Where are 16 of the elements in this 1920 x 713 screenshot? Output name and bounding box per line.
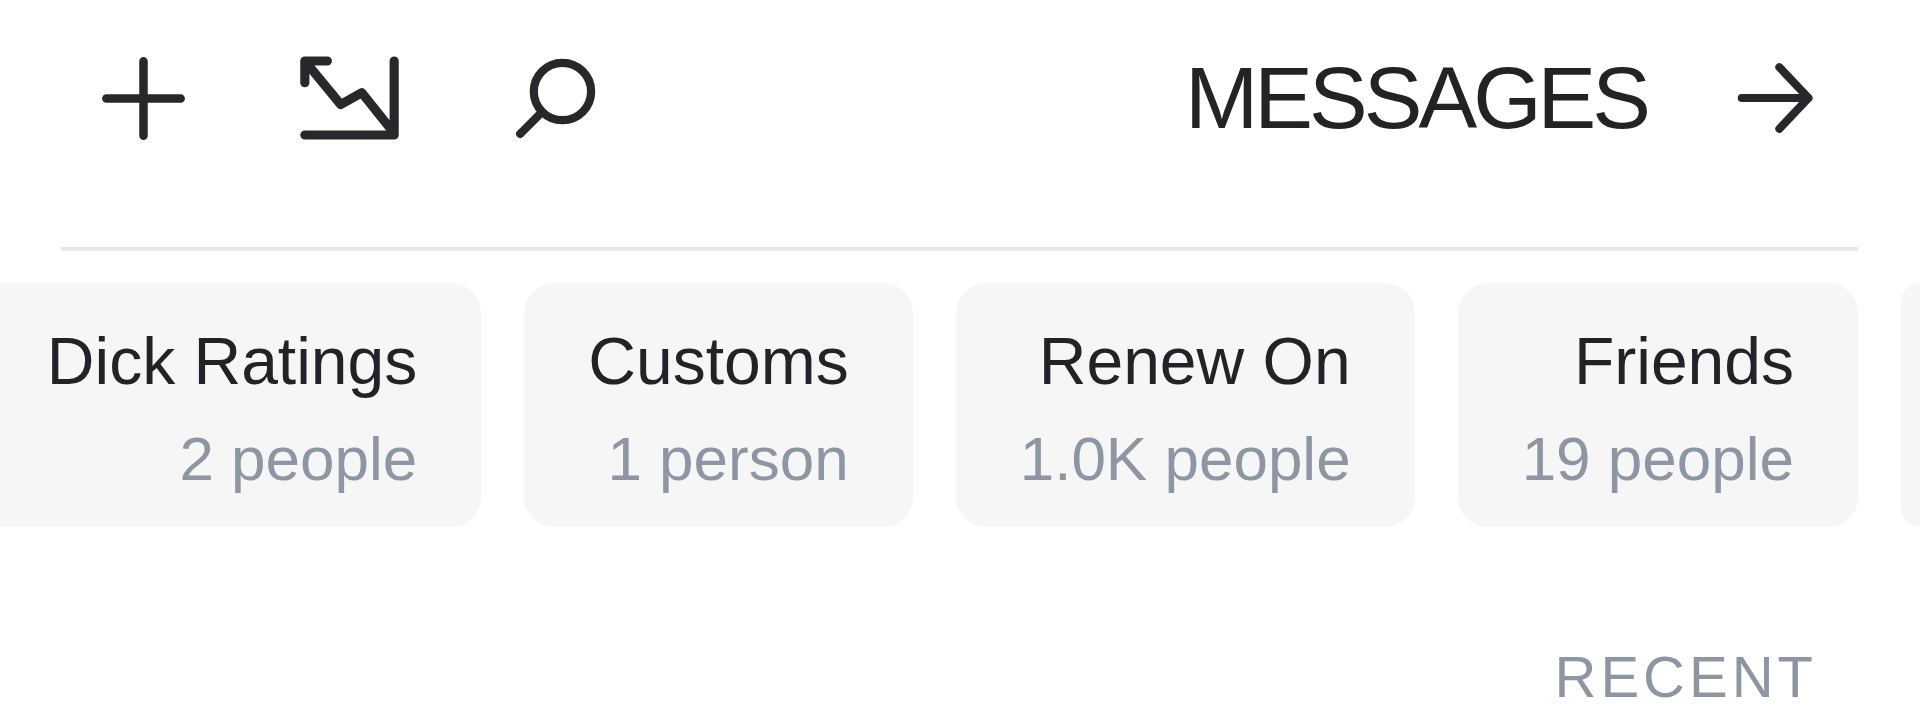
group-card[interactable]: Friends 19 people xyxy=(1457,283,1858,527)
plus-icon[interactable] xyxy=(101,55,186,141)
group-card[interactable]: Renew On 1.0K people xyxy=(955,283,1415,527)
member-count: 1 person xyxy=(607,422,849,495)
member-count: 2 people xyxy=(179,422,418,495)
member-count: 19 people xyxy=(1521,422,1794,495)
member-count: 1.0K people xyxy=(1019,422,1351,495)
group-card[interactable]: Customs 1 person xyxy=(524,283,913,527)
group-card[interactable]: Dick Ratings 2 people xyxy=(0,283,482,527)
group-name: Renew On xyxy=(1038,324,1351,400)
group-name: Friends xyxy=(1573,324,1794,400)
page-title: MESSAGES xyxy=(1185,47,1647,149)
group-name: Customs xyxy=(588,324,849,400)
group-name: Dick Ratings xyxy=(46,324,418,400)
section-heading: RECENT xyxy=(1554,645,1817,709)
trend-chart-icon[interactable] xyxy=(299,56,400,140)
